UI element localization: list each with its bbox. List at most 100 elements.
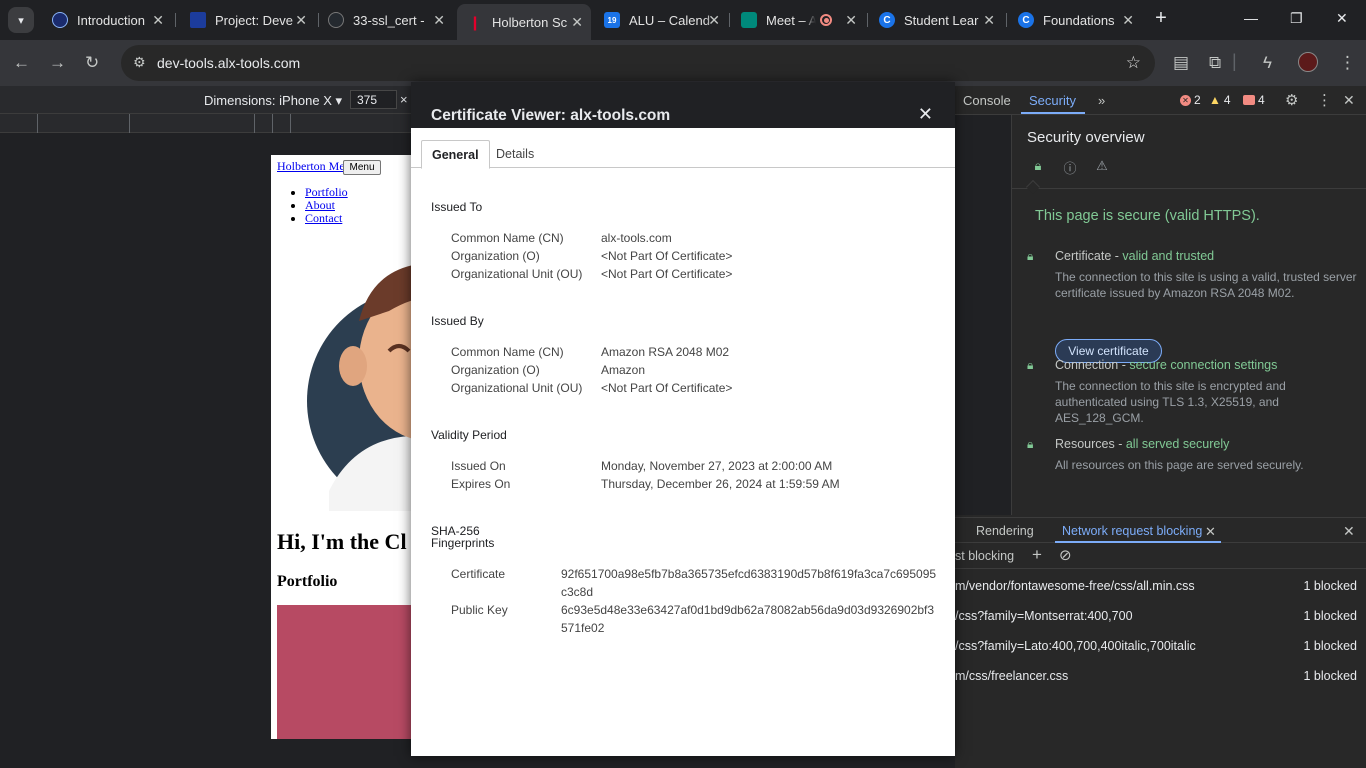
security-title: Security overview — [1027, 129, 1145, 146]
close-drawer-icon[interactable]: ✕ — [1343, 523, 1355, 540]
security-sidebar — [955, 115, 1012, 515]
blocked-count: 1 blocked — [1303, 669, 1357, 683]
reload-icon[interactable]: ↻ — [85, 53, 99, 73]
blocked-pattern-row[interactable]: /css?family=Montserrat:400,700 1 blocked — [955, 609, 1366, 639]
tab-introduction[interactable]: Introduction ✕ — [42, 6, 172, 34]
tab-student-learning[interactable]: C Student Lear ✕ — [869, 6, 1003, 34]
dimensions-select[interactable]: Dimensions: iPhone X ▾ — [204, 93, 342, 109]
tab-holberton[interactable]: ❙ Holberton Sc ✕ — [457, 4, 591, 40]
devtools-tabs: Console Security » ✕ 2 ▲ 4 4 ⚙ ⋮ ✕ — [955, 86, 1366, 115]
kebab-menu-icon[interactable]: ⋮ — [1317, 91, 1332, 109]
clear-patterns-icon[interactable]: ⊘ — [1059, 546, 1072, 564]
caret-pointer — [1025, 179, 1041, 195]
menu-button[interactable]: Menu — [343, 160, 381, 175]
tab-separator — [175, 13, 176, 27]
blocked-pattern-row[interactable]: m/vendor/fontawesome-free/css/all.min.cs… — [955, 579, 1366, 609]
issues-count: 4 — [1258, 93, 1265, 107]
site-favicon-icon: C — [1018, 12, 1034, 28]
width-input[interactable]: 375 — [350, 90, 397, 109]
hero-heading: Hi, I'm the Cl — [277, 529, 407, 554]
minimize-button[interactable]: — — [1244, 10, 1258, 26]
blocked-pattern: /css?family=Montserrat:400,700 — [955, 609, 1133, 623]
close-icon[interactable]: ✕ — [1122, 12, 1134, 29]
tab-network-request-blocking[interactable]: Network request blocking — [1062, 524, 1202, 538]
tab-project[interactable]: Project: Deve ✕ — [180, 6, 315, 34]
issues-badge[interactable]: 4 — [1243, 93, 1265, 107]
blocked-count: 1 blocked — [1303, 609, 1357, 623]
nav-link-about[interactable]: About — [305, 198, 335, 212]
field-label: Organizational Unit (OU) — [451, 267, 583, 281]
tab-github[interactable]: 33-ssl_cert - ✕ — [318, 6, 453, 34]
reading-list-icon[interactable]: ▤ — [1173, 53, 1189, 73]
blocked-pattern-row[interactable]: m/css/freelancer.css 1 blocked — [955, 669, 1366, 699]
maximize-button[interactable]: ❐ — [1290, 10, 1303, 27]
nav-item[interactable]: Contact — [305, 211, 348, 225]
new-tab-button[interactable]: + — [1150, 8, 1172, 30]
close-icon[interactable]: ✕ — [433, 12, 445, 29]
portfolio-card[interactable] — [277, 605, 411, 739]
tab-general[interactable]: General — [421, 140, 490, 169]
site-favicon-icon — [190, 12, 206, 28]
close-window-button[interactable]: ✕ — [1336, 10, 1348, 27]
nav-link-contact[interactable]: Contact — [305, 211, 342, 225]
tab-foundations[interactable]: C Foundations ✕ — [1008, 6, 1142, 34]
portfolio-heading: Portfolio — [277, 573, 338, 590]
connection-description: The connection to this site is encrypted… — [1055, 379, 1286, 425]
extensions-icon[interactable]: ⧉ — [1209, 53, 1221, 73]
errors-badge[interactable]: ✕ 2 — [1180, 93, 1201, 107]
tab-rendering[interactable]: Rendering — [976, 524, 1034, 538]
drawer-tabs: Rendering Network request blocking ✕ ✕ — [955, 517, 1366, 543]
validity-heading: Validity Period — [431, 428, 507, 442]
browser-toolbar: ← → ↻ ⚙ dev-tools.alx-tools.com ☆ ▤ ⧉ | … — [0, 40, 1366, 86]
field-label: Public Key — [451, 603, 508, 617]
lock-icon: 🔒︎ — [1027, 358, 1034, 372]
lock-icon: 🔒︎ — [1027, 249, 1034, 263]
nav-link-portfolio[interactable]: Portfolio — [305, 185, 348, 199]
field-value: Thursday, December 26, 2024 at 1:59:59 A… — [601, 477, 840, 491]
tab-meet[interactable]: Meet – A ✕ — [731, 6, 865, 34]
bookmark-star-icon[interactable]: ☆ — [1126, 53, 1141, 73]
close-icon[interactable]: ✕ — [295, 12, 307, 29]
back-icon[interactable]: ← — [13, 53, 30, 73]
certificate-viewer-dialog: Certificate Viewer: alx-tools.com ✕ Gene… — [411, 82, 955, 756]
field-value: alx-tools.com — [601, 231, 672, 245]
site-info-icon[interactable]: ⚙ — [133, 54, 146, 71]
dimensions-label: Dimensions: iPhone X — [204, 93, 332, 108]
site-favicon-icon: C — [879, 12, 895, 28]
field-label: Certificate — [451, 567, 506, 581]
close-dialog-icon[interactable]: ✕ — [918, 104, 933, 125]
close-icon[interactable]: ✕ — [983, 12, 995, 29]
more-tabs-icon[interactable]: » — [1098, 93, 1105, 108]
close-icon[interactable]: ✕ — [152, 12, 164, 29]
tab-details[interactable]: Details — [486, 140, 544, 168]
brand-link[interactable]: Holberton Me — [277, 159, 345, 174]
blocked-count: 1 blocked — [1303, 639, 1357, 653]
avatar[interactable] — [1298, 52, 1318, 72]
menu-kebab-icon[interactable]: ⋮ — [1339, 53, 1356, 73]
address-bar[interactable]: ⚙ dev-tools.alx-tools.com ☆ — [121, 45, 1155, 81]
nav-item[interactable]: Portfolio — [305, 185, 348, 199]
nav-item[interactable]: About — [305, 198, 348, 212]
close-devtools-icon[interactable]: ✕ — [1343, 92, 1355, 109]
url-text[interactable]: dev-tools.alx-tools.com — [157, 55, 300, 71]
performance-icon[interactable]: ϟ — [1263, 53, 1272, 73]
close-icon[interactable]: ✕ — [845, 12, 857, 29]
field-value: Amazon — [601, 363, 646, 377]
close-tab-icon[interactable]: ✕ — [1205, 524, 1216, 540]
tab-search-button[interactable]: ▾ — [8, 7, 34, 33]
gear-icon[interactable]: ⚙ — [1285, 91, 1298, 109]
recording-icon — [820, 14, 832, 26]
tab-console[interactable]: Console — [963, 93, 1011, 108]
secure-summary: This page is secure (valid HTTPS). — [1035, 208, 1260, 224]
tab-calendar[interactable]: 19 ALU – Calend ✕ — [594, 6, 728, 34]
forward-icon[interactable]: → — [49, 53, 66, 73]
enable-blocking-label[interactable]: st blocking — [955, 549, 1014, 563]
close-icon[interactable]: ✕ — [571, 14, 583, 31]
issued-to-heading: Issued To — [431, 200, 483, 214]
warnings-badge[interactable]: ▲ 4 — [1209, 93, 1231, 107]
tab-security[interactable]: Security — [1029, 93, 1076, 108]
blocked-pattern-row[interactable]: /css?family=Lato:400,700,400italic,700it… — [955, 639, 1366, 669]
close-icon[interactable]: ✕ — [708, 12, 720, 29]
add-pattern-icon[interactable]: + — [1032, 545, 1042, 565]
active-tab-underline — [1021, 112, 1085, 114]
